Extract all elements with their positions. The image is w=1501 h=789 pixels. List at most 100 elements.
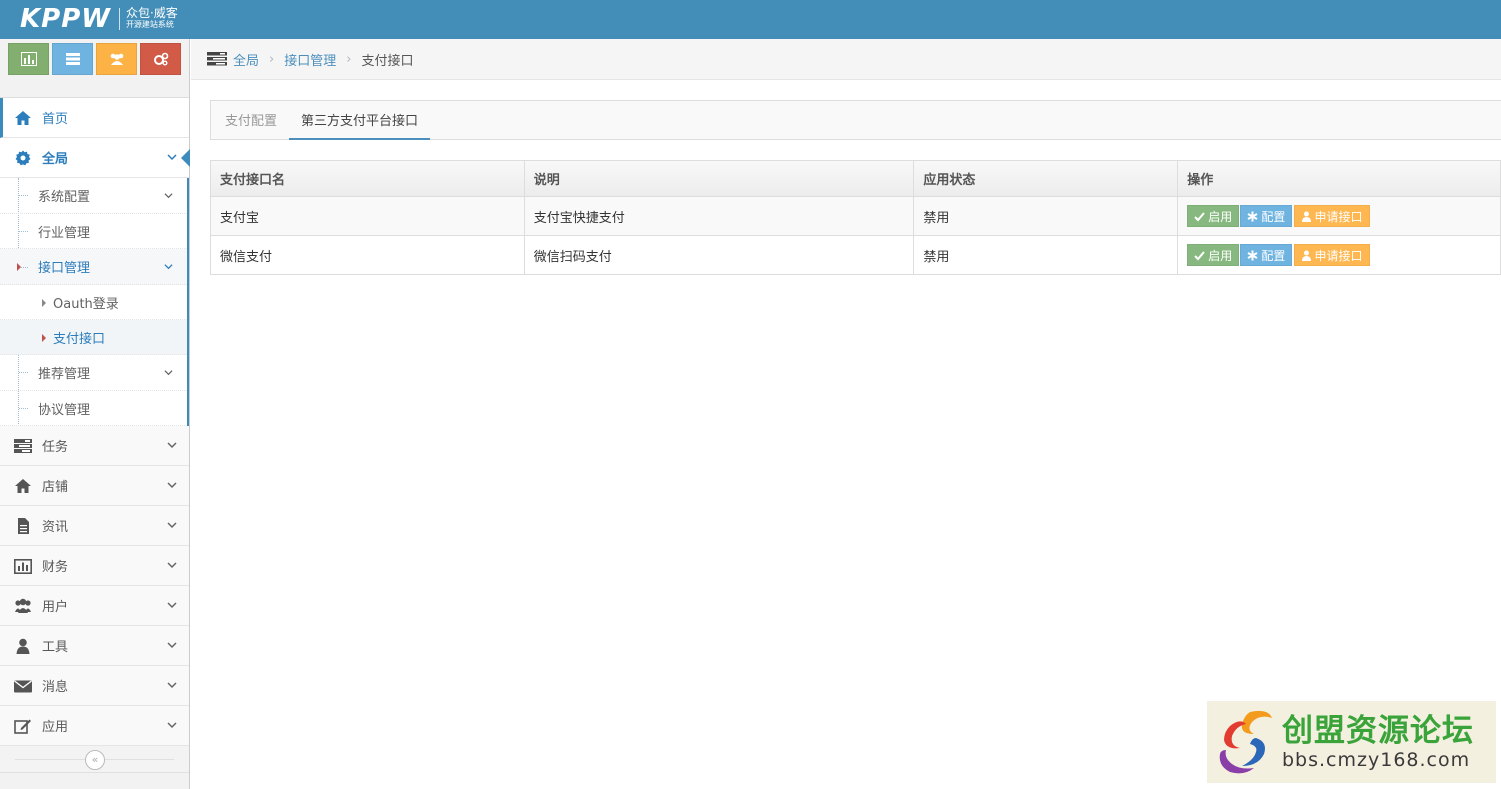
tasks-icon [13,438,33,454]
chevron-down-icon [164,370,173,376]
cell-interface-name: 支付宝 [210,196,525,236]
chart-shortcut-button[interactable] [8,43,49,75]
column-header-status: 应用状态 [913,160,1179,197]
sidebar-item-label: 消息 [42,680,69,696]
chevron-down-icon [164,264,173,270]
home-icon [13,478,33,494]
settings-shortcut-button[interactable] [140,43,181,75]
sidebar-item-label: 任务 [42,440,69,456]
sidebar-item-user[interactable]: 用户 [0,586,189,627]
sidebar-item-label: 全局 [42,152,69,167]
configure-button-label: 配置 [1261,248,1286,263]
sidebar-item-industry[interactable]: 行业管理 [0,214,187,250]
configure-button[interactable]: 配置 [1240,244,1293,266]
apply-interface-button[interactable]: 申请接口 [1293,205,1370,227]
edit-icon [13,718,33,734]
top-navbar: KPPW 众包·威客 开源建站系统 [0,0,1501,39]
chevron-down-icon [167,722,177,729]
payment-interface-table: 支付接口名 说明 应用状态 操作 支付宝 支付宝快捷支付 禁用 启用 配置 申请… [210,160,1501,275]
enable-button[interactable]: 启用 [1187,244,1240,266]
sidebar-item-protocol[interactable]: 协议管理 [0,391,187,427]
logo-subtitle-line2: 开源建站系统 [125,20,174,29]
sidebar-collapse-row: « [0,746,189,774]
breadcrumb-link-interface[interactable]: 接口管理 [284,50,336,69]
sidebar-item-interface[interactable]: 接口管理 [0,249,187,286]
cell-description: 微信扫码支付 [523,235,915,275]
check-icon [1194,250,1205,260]
gear-icon [13,150,33,166]
table-row: 支付宝 支付宝快捷支付 禁用 启用 配置 申请接口 [210,196,1501,236]
chevron-down-icon [167,682,177,689]
tab-payment-config[interactable]: 支付配置 [213,100,289,139]
swirl-logo-icon [1219,710,1272,774]
sidebar-item-label: 首页 [42,112,69,127]
breadcrumb-separator: › [346,51,352,67]
asterisk-icon [1247,250,1258,260]
sidebar: 首页 全局 系统配置 行业管理 接口管理 Oauth登录 支付接口 推荐管理 协… [0,39,190,789]
enable-button[interactable]: 启用 [1187,205,1240,227]
chevron-down-icon [167,154,177,161]
file-text-icon [13,517,33,534]
user-icon [1301,250,1311,261]
tab-third-party-interface[interactable]: 第三方支付平台接口 [289,100,431,140]
watermark-title: 创盟资源论坛 [1282,713,1474,749]
logo-subtitle-line1: 众包·威客 [125,6,178,20]
brand-logo[interactable]: KPPW 众包·威客 开源建站系统 [20,4,178,34]
apply-interface-button-label: 申请接口 [1314,248,1363,263]
bar-chart-icon [13,558,33,574]
home-icon [13,110,33,126]
bar-chart-icon [20,52,37,66]
enable-button-label: 启用 [1208,209,1233,224]
sidebar-item-system-config[interactable]: 系统配置 [0,178,187,214]
sidebar-item-label: 用户 [42,600,69,616]
sidebar-item-task[interactable]: 任务 [0,426,189,467]
sidebar-menu: 首页 全局 系统配置 行业管理 接口管理 Oauth登录 支付接口 推荐管理 协… [0,98,190,747]
payment-tabs: 支付配置 第三方支付平台接口 [210,100,1501,140]
sidebar-item-recommend[interactable]: 推荐管理 [0,355,187,391]
list-shortcut-button[interactable] [52,43,93,75]
logo-divider [118,8,120,30]
double-left-arrow-icon[interactable]: « [85,750,105,771]
sidebar-item-oauth[interactable]: Oauth登录 [0,285,187,321]
sidebar-item-news[interactable]: 资讯 [0,506,189,547]
sidebar-item-label: 行业管理 [38,225,91,241]
sidebar-item-shop[interactable]: 店铺 [0,466,189,507]
sidebar-item-finance[interactable]: 财务 [0,546,189,587]
sidebar-item-label: 推荐管理 [38,366,91,382]
sidebar-item-apps[interactable]: 应用 [0,706,189,747]
breadcrumb-link-global[interactable]: 全局 [233,50,259,69]
sidebar-item-label: 应用 [42,720,69,736]
caret-right-icon [42,299,46,308]
breadcrumb-separator: › [269,51,275,67]
sidebar-item-message[interactable]: 消息 [0,666,189,707]
sidebar-item-home[interactable]: 首页 [0,98,189,138]
users-group-icon [110,53,123,65]
breadcrumb: 全局 › 接口管理 › 支付接口 [191,39,1501,80]
chevron-down-icon [167,642,177,649]
configure-button[interactable]: 配置 [1240,205,1293,227]
logo-main-text: KPPW [20,4,111,34]
active-arrow-marker [181,149,190,167]
sidebar-item-payment[interactable]: 支付接口 [0,320,187,356]
cell-actions: 启用 配置 申请接口 [1177,235,1501,275]
caret-right-icon [17,263,21,272]
column-header-actions: 操作 [1177,160,1501,197]
sidebar-item-label: 系统配置 [38,189,91,205]
sidebar-item-tools[interactable]: 工具 [0,626,189,667]
cell-status: 禁用 [913,235,1179,275]
sidebar-item-label: 接口管理 [38,261,91,277]
table-header-row: 支付接口名 说明 应用状态 操作 [210,160,1501,197]
cell-interface-name: 微信支付 [210,235,525,275]
sidebar-item-global[interactable]: 全局 [0,138,190,178]
chevron-down-icon [167,442,177,449]
breadcrumb-current: 支付接口 [361,53,414,69]
apply-interface-button[interactable]: 申请接口 [1293,244,1370,266]
chevron-down-icon [167,562,177,569]
envelope-icon [13,678,33,694]
chevron-down-icon [167,482,177,489]
cell-description: 支付宝快捷支付 [523,196,915,236]
users-shortcut-button[interactable] [96,43,137,75]
watermark-url: bbs.cmzy168.com [1282,749,1471,771]
sidebar-item-label: 工具 [42,640,69,656]
cogs-icon [153,52,168,66]
